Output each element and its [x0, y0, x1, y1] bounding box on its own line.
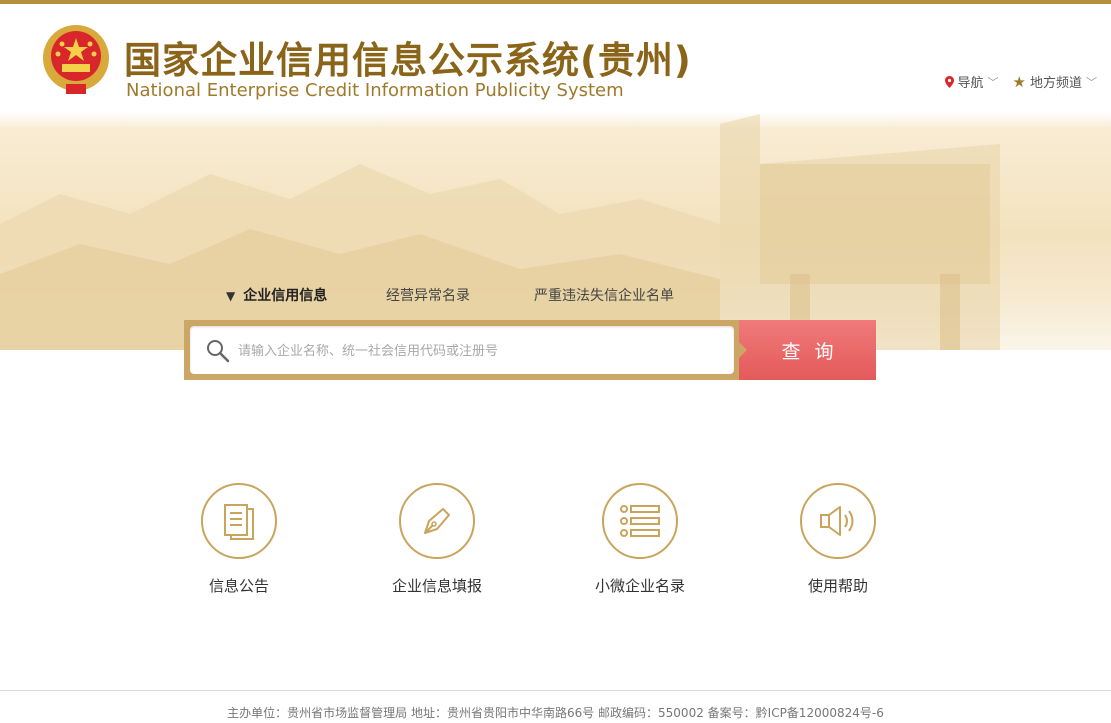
nav-menu-label: 导航 — [957, 76, 984, 91]
nav-menu[interactable]: 导航 ﹀ — [944, 72, 999, 91]
tab-label: 企业信用信息 — [243, 288, 328, 304]
service-label: 信息公告 — [208, 577, 269, 595]
search-bar: 查询 — [184, 320, 876, 380]
chevron-down-icon: ﹀ — [1086, 75, 1097, 89]
service-icon-circle — [602, 483, 678, 559]
service-enterprise-report[interactable]: 企业信息填报 — [367, 483, 507, 596]
speaker-icon — [820, 506, 854, 536]
header: 国家企业信用信息公示系统(贵州) National Enterprise Cre… — [0, 4, 1111, 112]
service-icon-circle — [201, 483, 277, 559]
landscape-illustration — [0, 114, 1000, 350]
pen-icon — [424, 508, 450, 534]
footer-divider — [0, 690, 1111, 691]
service-icon-circle — [399, 483, 475, 559]
local-channel-label: 地方频道 — [1029, 76, 1082, 91]
service-announcement[interactable]: 信息公告 — [169, 483, 309, 596]
list-icon — [620, 505, 660, 537]
star-icon: ★ — [1012, 72, 1026, 91]
service-label: 使用帮助 — [807, 577, 868, 595]
search-tabs: ▼ 企业信用信息 经营异常名录 严重违法失信企业名单 — [226, 285, 674, 305]
tab-abnormal-list[interactable]: 经营异常名录 — [386, 285, 534, 305]
footer-info: 主办单位：贵州省市场监督管理局 地址：贵州省贵阳市中华南路66号 邮政编码：55… — [227, 706, 884, 720]
triangle-down-icon: ▼ — [226, 289, 236, 303]
local-channel-menu[interactable]: ★ 地方频道 ﹀ — [1012, 72, 1097, 92]
service-label: 小微企业名录 — [594, 577, 685, 595]
tab-enterprise-credit[interactable]: ▼ 企业信用信息 — [226, 285, 386, 305]
search-icon — [207, 340, 230, 363]
service-small-enterprise-list[interactable]: 小微企业名录 — [570, 483, 710, 596]
service-icon-circle — [800, 483, 876, 559]
location-pin-icon — [944, 75, 954, 88]
national-emblem-icon — [43, 25, 109, 94]
document-icon — [224, 504, 254, 540]
tab-serious-violation-list[interactable]: 严重违法失信企业名单 — [534, 285, 674, 305]
search-button[interactable]: 查询 — [739, 320, 876, 380]
site-title: 国家企业信用信息公示系统(贵州) — [124, 39, 692, 82]
service-help[interactable]: 使用帮助 — [768, 483, 908, 596]
service-label: 企业信息填报 — [391, 577, 482, 595]
site-subtitle: National Enterprise Credit Information P… — [126, 80, 624, 101]
search-input[interactable] — [236, 336, 720, 366]
search-field-container — [190, 326, 734, 374]
header-nav: 导航 ﹀ ★ 地方频道 ﹀ — [944, 72, 1097, 92]
chevron-down-icon: ﹀ — [987, 75, 999, 89]
